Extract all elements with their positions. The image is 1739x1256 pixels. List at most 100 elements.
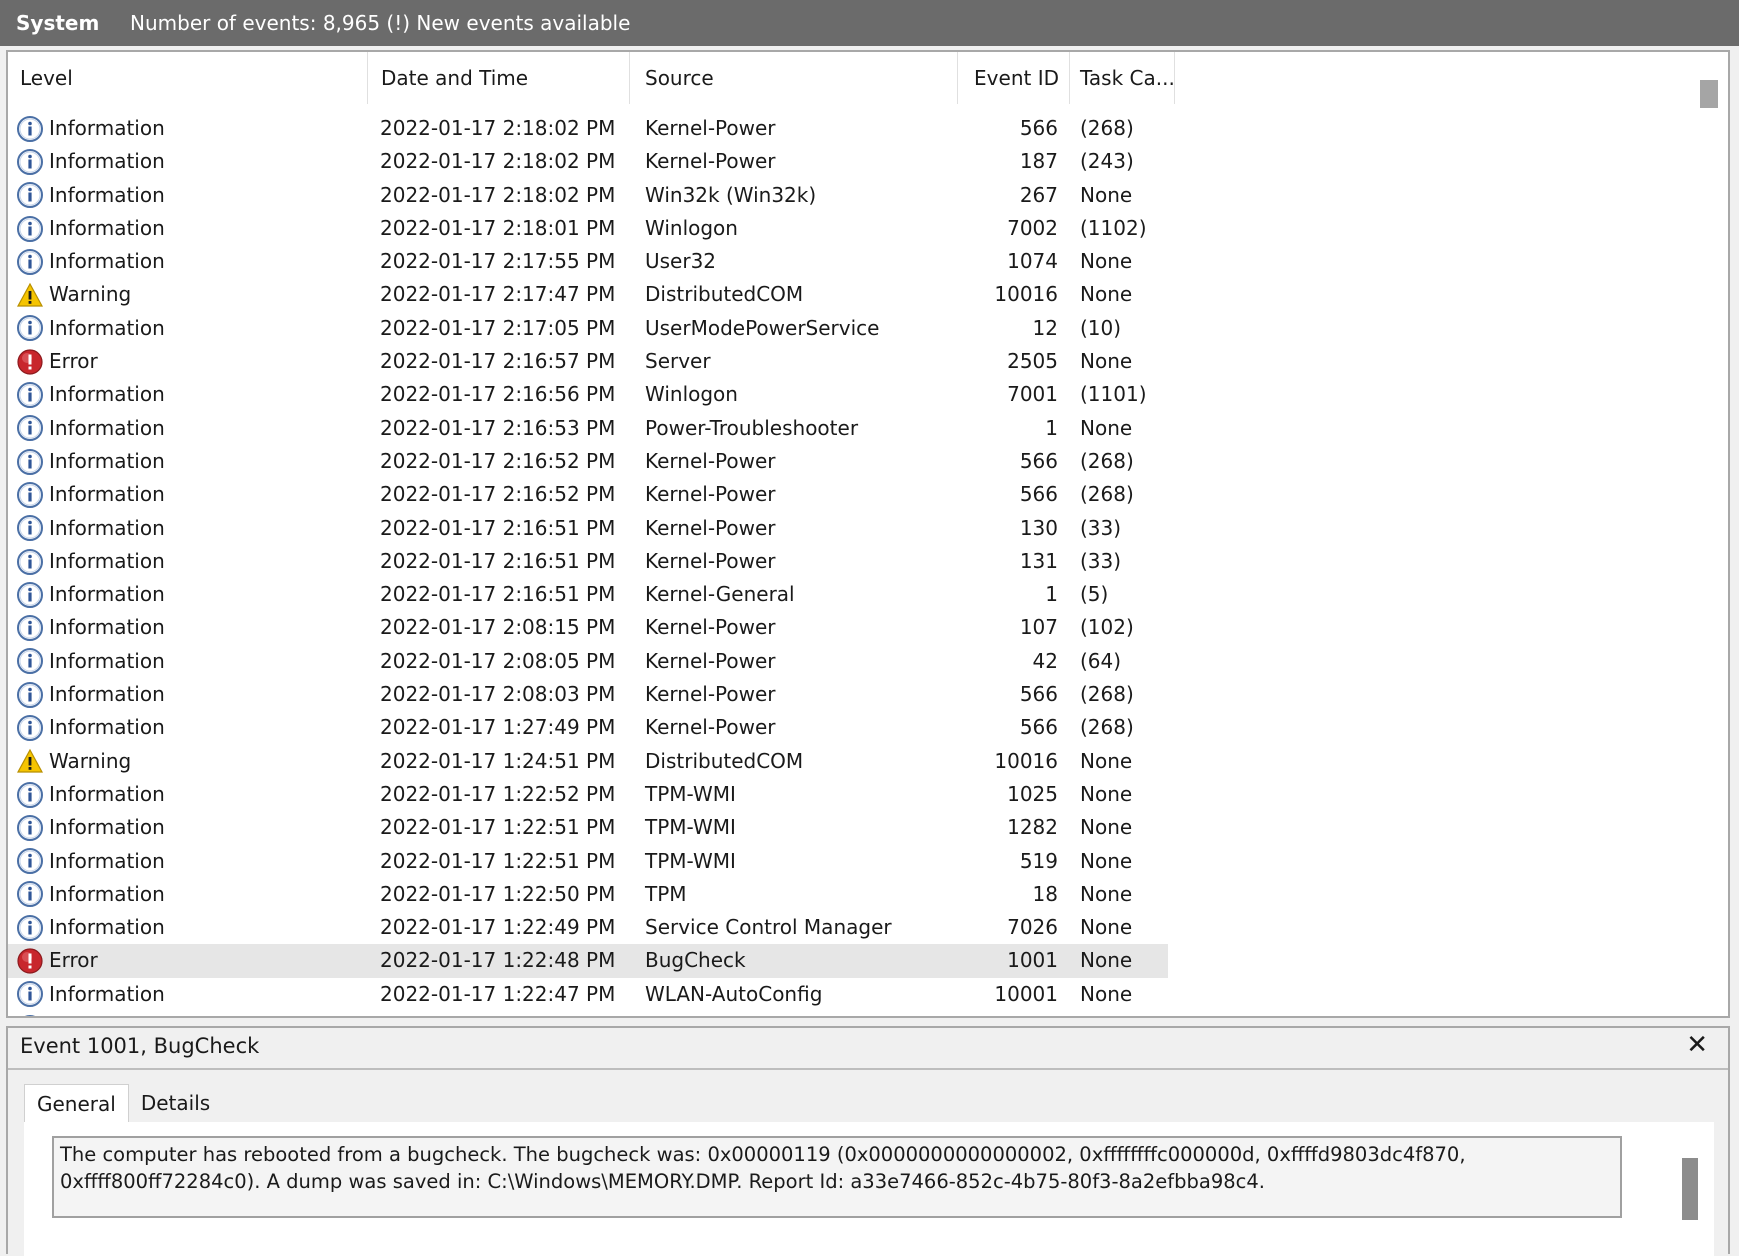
level-label: Information [49,578,165,611]
event-row[interactable]: Information2022-01-17 2:17:05 PMUserMode… [8,312,1168,345]
column-header-level[interactable]: Level [8,52,368,104]
date-time-cell: 2022-01-17 1:22:50 PM [380,878,615,911]
event-row[interactable]: Information2022-01-17 1:22:52 PMTPM-WMI1… [8,778,1168,811]
source-cell: Kernel-Power [645,711,776,744]
event-row[interactable]: Warning2022-01-17 1:24:51 PMDistributedC… [8,745,1168,778]
task-category-cell: (268) [1080,478,1134,511]
event-id-cell: 18 [958,878,1058,911]
task-category-cell: None [1080,878,1132,911]
close-icon[interactable]: ✕ [1686,1030,1708,1060]
event-row[interactable]: Information2022-01-17 1:22:49 PMService … [8,911,1168,944]
date-time-cell: 2022-01-17 1:22:51 PM [380,811,615,844]
event-row[interactable]: Information2022-01-17 2:16:51 PMKernel-P… [8,512,1168,545]
level-label: Information [49,478,165,511]
column-header-source[interactable]: Source [630,52,958,104]
event-row[interactable]: Error2022-01-17 1:22:48 PMBugCheck1001No… [8,944,1168,977]
event-row[interactable]: Warning2022-01-17 2:17:47 PMDistributedC… [8,278,1168,311]
column-header-event-id[interactable]: Event ID [958,52,1070,104]
event-row[interactable]: Information2022-01-17 2:17:55 PMUser3210… [8,245,1168,278]
level-label: Information [49,845,165,878]
general-tab-content: The computer has rebooted from a bugchec… [24,1122,1714,1256]
event-row[interactable]: Information2022-01-17 1:22:51 PMTPM-WMI1… [8,811,1168,844]
date-time-cell: 2022-01-17 2:16:53 PM [380,412,615,445]
level-cell: Information [16,212,366,245]
detail-scrollbar[interactable] [1680,1122,1702,1256]
event-row[interactable]: Information2022-01-17 2:16:53 PMPower-Tr… [8,412,1168,445]
task-category-cell: None [1080,245,1132,278]
column-header-task-category[interactable]: Task Ca... [1070,52,1175,104]
event-list-scrollbar[interactable] [1696,52,1722,1018]
level-label: Information [49,611,165,644]
date-time-cell: 2022-01-17 2:08:15 PM [380,611,615,644]
task-category-cell: None [1080,745,1132,778]
event-id-cell: 566 [958,445,1058,478]
event-row[interactable]: Information2022-01-17 1:22:47 PMWLAN-Aut… [8,1011,1168,1018]
event-row[interactable]: Information2022-01-17 2:16:51 PMKernel-P… [8,545,1168,578]
info-icon [16,148,44,176]
event-row[interactable]: Information2022-01-17 2:16:52 PMKernel-P… [8,478,1168,511]
event-list-panel: Level Date and Time Source Event ID Task… [6,50,1730,1018]
source-cell: User32 [645,245,716,278]
event-row[interactable]: Information2022-01-17 2:08:03 PMKernel-P… [8,678,1168,711]
task-category-cell: None [1080,179,1132,212]
date-time-cell: 2022-01-17 1:22:49 PM [380,911,615,944]
info-icon [16,914,44,942]
event-row[interactable]: Information2022-01-17 1:22:50 PMTPM18Non… [8,878,1168,911]
source-cell: TPM [645,878,687,911]
source-cell: Winlogon [645,378,738,411]
event-row[interactable]: Information2022-01-17 1:22:47 PMWLAN-Aut… [8,978,1168,1011]
event-id-cell: 1 [958,412,1058,445]
level-cell: Information [16,578,366,611]
event-description[interactable]: The computer has rebooted from a bugchec… [52,1136,1622,1218]
tab-general[interactable]: General [24,1084,129,1122]
level-cell: Information [16,145,366,178]
info-icon [16,514,44,542]
event-log-header-bar: System Number of events: 8,965 (!) New e… [0,0,1739,46]
source-cell: UserModePowerService [645,312,879,345]
event-row[interactable]: Information2022-01-17 2:18:02 PMKernel-P… [8,112,1168,145]
date-time-cell: 2022-01-17 2:08:03 PM [380,678,615,711]
event-row[interactable]: Information2022-01-17 2:18:01 PMWinlogon… [8,212,1168,245]
event-row[interactable]: Information2022-01-17 2:18:02 PMKernel-P… [8,145,1168,178]
info-icon [16,381,44,409]
event-id-cell: 1 [958,578,1058,611]
date-time-cell: 2022-01-17 1:22:48 PM [380,944,615,977]
info-icon [16,814,44,842]
event-row[interactable]: Information2022-01-17 2:16:52 PMKernel-P… [8,445,1168,478]
event-row[interactable]: Information2022-01-17 2:16:51 PMKernel-G… [8,578,1168,611]
source-cell: Kernel-Power [645,445,776,478]
level-cell: Information [16,312,366,345]
date-time-cell: 2022-01-17 1:22:47 PM [380,1011,615,1018]
event-row[interactable]: Information2022-01-17 2:08:05 PMKernel-P… [8,645,1168,678]
date-time-cell: 2022-01-17 2:08:05 PM [380,645,615,678]
level-cell: Information [16,512,366,545]
event-row[interactable]: Information2022-01-17 1:22:51 PMTPM-WMI5… [8,845,1168,878]
info-icon [16,548,44,576]
source-cell: WLAN-AutoConfig [645,978,822,1011]
event-row[interactable]: Information2022-01-17 1:27:49 PMKernel-P… [8,711,1168,744]
info-icon [16,1014,44,1018]
level-label: Information [49,811,165,844]
event-row[interactable]: Information2022-01-17 2:16:56 PMWinlogon… [8,378,1168,411]
level-cell: Information [16,545,366,578]
detail-scrollbar-thumb[interactable] [1682,1158,1698,1220]
event-id-cell: 10016 [958,278,1058,311]
event-id-cell: 7001 [958,378,1058,411]
task-category-cell: None [1080,978,1132,1011]
level-label: Information [49,212,165,245]
event-id-cell: 1001 [958,944,1058,977]
date-time-cell: 2022-01-17 2:16:52 PM [380,478,615,511]
column-header-date-time[interactable]: Date and Time [368,52,630,104]
tab-details[interactable]: Details [129,1084,222,1122]
source-cell: Kernel-Power [645,611,776,644]
event-row[interactable]: Error2022-01-17 2:16:57 PMServer2505None [8,345,1168,378]
event-row[interactable]: Information 2022-01-17 2:08:15 PM Kernel-P… [8,611,1168,644]
event-row[interactable]: Information2022-01-17 2:18:02 PMWin32k (… [8,179,1168,212]
date-time-cell: 2022-01-17 2:16:51 PM [380,545,615,578]
date-time-cell: 2022-01-17 2:17:47 PM [380,278,615,311]
date-time-cell: 2022-01-17 2:16:57 PM [380,345,615,378]
error-icon [16,947,44,975]
scrollbar-thumb[interactable] [1700,80,1718,108]
source-cell: Kernel-Power [645,645,776,678]
date-time-cell: 2022-01-17 1:22:51 PM [380,845,615,878]
